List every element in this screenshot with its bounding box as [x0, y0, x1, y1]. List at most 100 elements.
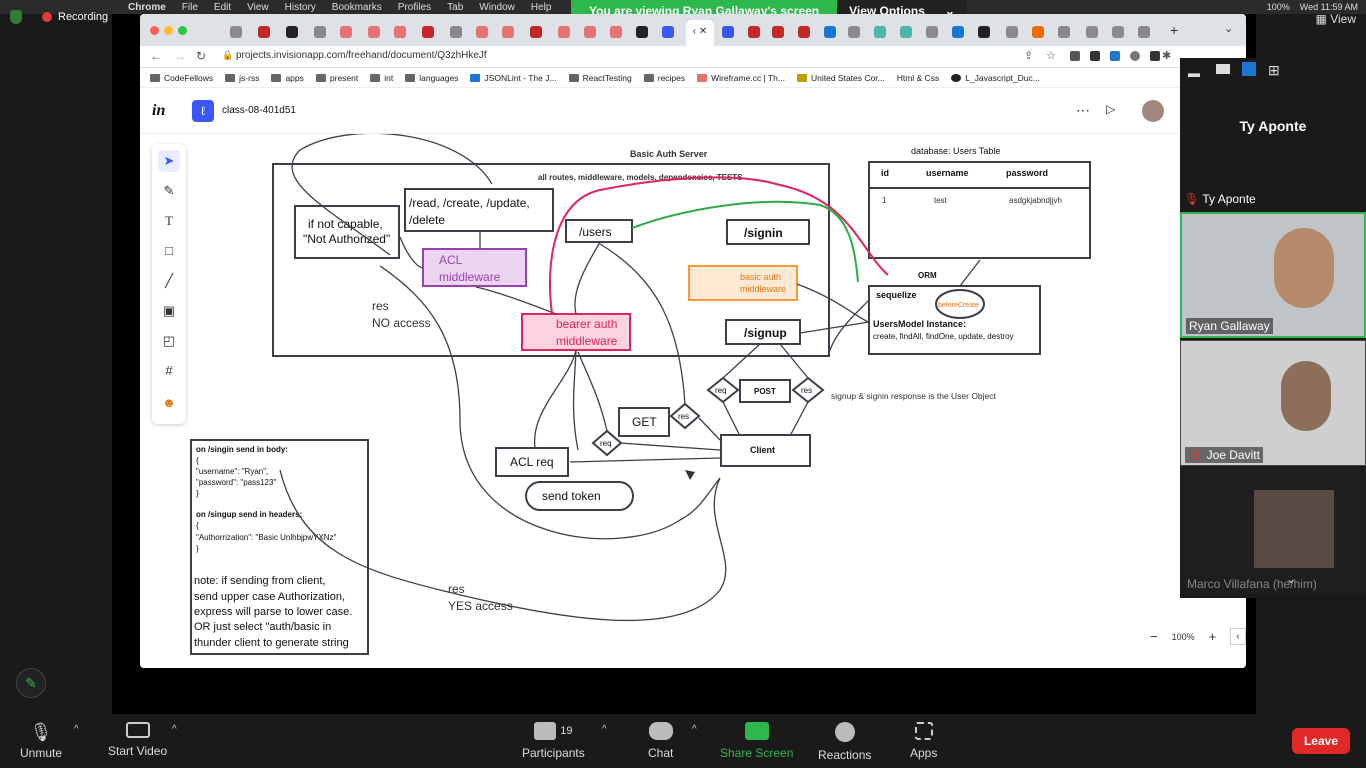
tab-icon[interactable] — [368, 26, 380, 38]
start-video-button[interactable]: Start Video — [108, 722, 167, 758]
gallery-view-icon[interactable]: ⊞ — [1268, 62, 1280, 79]
bookmark-item[interactable]: js-rss — [225, 73, 259, 83]
zoom-in-icon[interactable]: + — [1209, 629, 1217, 644]
new-tab-icon[interactable]: + — [1170, 22, 1178, 38]
whiteboard-canvas[interactable]: Basic Auth Server all routes, middleware… — [140, 134, 1246, 668]
select-tool-icon[interactable]: ➤ — [158, 150, 180, 172]
bookmark-item[interactable]: Html & Css — [897, 73, 940, 83]
participants-button[interactable]: 19 Participants — [522, 722, 585, 760]
star-icon[interactable]: ☆ — [1046, 49, 1056, 62]
emoji-icon[interactable]: ☻ — [158, 392, 180, 414]
minimize-window-icon[interactable] — [164, 26, 173, 35]
bookmark-item[interactable]: CodeFellows — [150, 73, 213, 83]
video-options-icon[interactable]: ^ — [172, 724, 177, 735]
maximize-window-icon[interactable] — [178, 26, 187, 35]
tab-icon[interactable] — [502, 26, 514, 38]
menu-bookmarks[interactable]: Bookmarks — [332, 2, 382, 13]
menu-window[interactable]: Window — [479, 2, 515, 13]
tab-icon[interactable] — [230, 26, 242, 38]
tab-icon[interactable] — [530, 26, 542, 38]
chevron-down-icon[interactable]: ⌄ — [1286, 572, 1296, 586]
lock-icon[interactable]: 🔒 — [222, 50, 233, 61]
tab-icon[interactable] — [258, 26, 270, 38]
tab-search-icon[interactable]: ⌄ — [1224, 22, 1233, 35]
back-icon[interactable]: ← — [150, 49, 162, 63]
apps-button[interactable]: Apps — [910, 722, 937, 760]
tab-icon[interactable] — [798, 26, 810, 38]
tab-icon[interactable] — [610, 26, 622, 38]
forward-icon[interactable]: → — [174, 49, 186, 63]
menu-edit[interactable]: Edit — [214, 2, 231, 13]
freehand-icon[interactable]: ℓ — [192, 100, 214, 122]
share-icon[interactable]: ⇪ — [1024, 49, 1033, 62]
tab-icon[interactable] — [1138, 26, 1150, 38]
bookmark-item[interactable]: int — [370, 73, 393, 83]
share-screen-button[interactable]: Share Screen — [720, 722, 793, 760]
tab-icon[interactable] — [772, 26, 784, 38]
tab-icon[interactable] — [476, 26, 488, 38]
menu-profiles[interactable]: Profiles — [398, 2, 431, 13]
url-field[interactable]: projects.invisionapp.com/freehand/docume… — [236, 50, 487, 61]
more-options-icon[interactable]: ⋯ — [1076, 102, 1090, 119]
bookmark-item[interactable]: JSONLint - The J... — [470, 73, 557, 83]
tab-icon[interactable] — [314, 26, 326, 38]
tab-icon[interactable] — [722, 26, 734, 38]
audio-options-icon[interactable]: ^ — [74, 724, 79, 735]
bookmark-item[interactable]: recipes — [643, 73, 685, 83]
unmute-button[interactable]: 🎙 Unmute — [20, 722, 62, 760]
menu-view[interactable]: View — [247, 2, 269, 13]
tab-icon[interactable] — [1032, 26, 1044, 38]
extension-icon[interactable] — [1130, 51, 1140, 61]
rectangle-tool-icon[interactable]: □ — [158, 240, 180, 262]
tab-icon[interactable] — [926, 26, 938, 38]
extension-icon[interactable] — [1090, 51, 1100, 61]
line-tool-icon[interactable]: ╱ — [158, 270, 180, 292]
tab-icon[interactable] — [1006, 26, 1018, 38]
github-icon[interactable] — [636, 26, 648, 38]
close-window-icon[interactable] — [150, 26, 159, 35]
zoom-level[interactable]: 100% — [1172, 632, 1195, 642]
speaker-view-icon[interactable] — [1216, 64, 1230, 74]
zoom-out-icon[interactable]: − — [1150, 629, 1158, 644]
video-tile[interactable]: Ryan Gallaway — [1180, 212, 1366, 338]
bookmark-item[interactable]: ReactTesting — [568, 73, 632, 83]
chat-options-icon[interactable]: ^ — [692, 724, 697, 735]
avatar[interactable] — [1142, 100, 1164, 122]
image-tool-icon[interactable]: ▣ — [158, 300, 180, 322]
tab-icon[interactable] — [1058, 26, 1070, 38]
minimize-icon[interactable]: ▬ — [1188, 66, 1200, 80]
menu-history[interactable]: History — [285, 2, 316, 13]
menu-file[interactable]: File — [182, 2, 198, 13]
active-tab[interactable]: ‹ ✕ — [686, 20, 714, 46]
extension-icon[interactable] — [1110, 51, 1120, 61]
leave-button[interactable]: Leave — [1291, 728, 1350, 754]
extension-icon[interactable] — [1070, 51, 1080, 61]
video-tile[interactable]: 🎙 Joe Davitt — [1180, 340, 1366, 466]
puzzle-icon[interactable]: ✱ — [1162, 49, 1171, 62]
reload-icon[interactable]: ↻ — [196, 49, 206, 63]
tab-icon[interactable] — [340, 26, 352, 38]
github-icon[interactable] — [286, 26, 298, 38]
bookmark-item[interactable]: Wireframe.cc | Th... — [697, 73, 785, 83]
tab-icon[interactable] — [952, 26, 964, 38]
menu-help[interactable]: Help — [531, 2, 552, 13]
bookmark-item[interactable]: L_Javascript_Duc... — [951, 73, 1040, 83]
invision-tab-icon[interactable] — [662, 26, 674, 38]
tab-icon[interactable] — [978, 26, 990, 38]
tab-icon[interactable] — [450, 26, 462, 38]
grid-tool-icon[interactable]: # — [158, 360, 180, 382]
tab-icon[interactable] — [900, 26, 912, 38]
reactions-button[interactable]: Reactions — [818, 722, 871, 762]
view-button[interactable]: ▦ View — [1316, 12, 1356, 26]
tab-icon[interactable] — [422, 26, 434, 38]
bookmark-item[interactable]: present — [315, 73, 358, 83]
bookmark-item[interactable]: languages — [405, 73, 458, 83]
tab-icon[interactable] — [824, 26, 836, 38]
sticky-note-icon[interactable]: ◰ — [158, 330, 180, 352]
annotate-pencil-icon[interactable]: ✎ — [16, 668, 46, 698]
document-title[interactable]: class-08-401d51 — [222, 105, 296, 116]
text-tool-icon[interactable]: T — [158, 210, 180, 232]
participants-options-icon[interactable]: ^ — [602, 724, 607, 735]
tab-icon[interactable] — [1112, 26, 1124, 38]
tab-icon[interactable] — [1086, 26, 1098, 38]
